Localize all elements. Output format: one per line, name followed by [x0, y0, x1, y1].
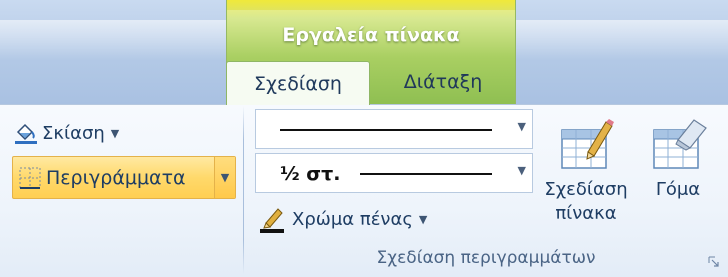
contextual-group-title: Εργαλεία πίνακα [282, 24, 460, 46]
eraser-button[interactable]: Γόμα [644, 116, 712, 202]
line-style-preview [280, 129, 492, 131]
chevron-down-icon[interactable]: ▼ [419, 213, 427, 226]
pen-color-label: Χρώμα πένας [292, 208, 413, 230]
line-weight-value: ½ στ. [280, 163, 341, 185]
group-label-draw-borders: Σχεδίαση περιγραμμάτων [376, 248, 596, 268]
draw-table-pencil-icon [561, 119, 614, 169]
tab-design[interactable]: Σχεδίαση [226, 61, 370, 105]
draw-table-button[interactable]: Σχεδίαση πίνακα [536, 116, 636, 226]
eraser-label: Γόμα [655, 179, 701, 200]
borders-label: Περιγράμματα [46, 166, 186, 189]
tab-layout[interactable]: Διάταξη [372, 60, 514, 104]
chevron-down-icon[interactable]: ▼ [518, 120, 526, 133]
dialog-launcher-icon[interactable] [708, 256, 720, 268]
contextual-group-color-bar [227, 0, 515, 10]
shading-label: Σκίαση [42, 122, 105, 144]
line-weight-preview [360, 173, 492, 175]
draw-table-label-line2: πίνακα [555, 203, 617, 224]
draw-table-label-line1: Σχεδίαση [544, 179, 628, 200]
chevron-down-icon[interactable]: ▼ [518, 164, 526, 177]
line-style-dropdown[interactable]: ▼ [255, 109, 533, 149]
pen-color-button[interactable]: Χρώμα πένας ▼ [258, 203, 427, 235]
line-weight-dropdown[interactable]: ½ στ. ▼ [255, 153, 533, 193]
paint-bucket-icon [15, 123, 37, 144]
pen-color-icon [260, 208, 284, 233]
borders-grid-icon [19, 167, 41, 189]
chevron-down-icon[interactable]: ▼ [111, 127, 119, 140]
shading-button[interactable]: Σκίαση ▼ [14, 120, 119, 146]
borders-dropdown-arrow[interactable]: ▼ [214, 157, 235, 198]
borders-button[interactable]: Περιγράμματα ▼ [12, 156, 236, 199]
eraser-table-icon [653, 119, 707, 169]
